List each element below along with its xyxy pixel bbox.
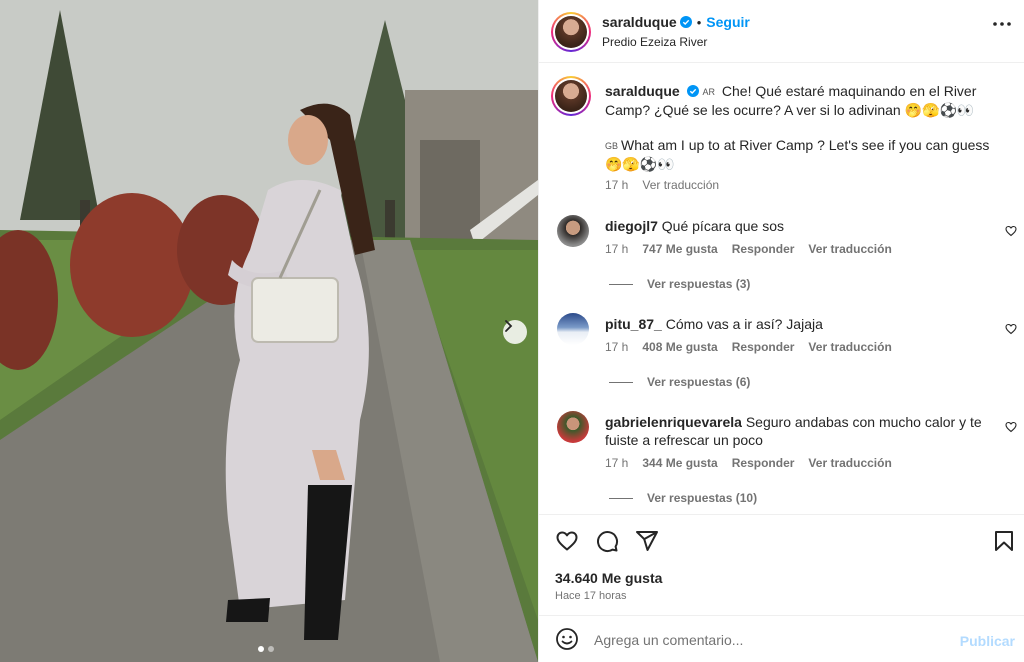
comment-time[interactable]: 17 h (605, 242, 628, 256)
comment-likes[interactable]: 344 Me gusta (642, 456, 717, 470)
comment-time[interactable]: 17 h (605, 456, 628, 470)
more-icon[interactable] (993, 22, 1011, 26)
caption-time[interactable]: 17 h (605, 178, 628, 192)
translate-link[interactable]: Ver traducción (808, 242, 891, 256)
commenter-avatar[interactable] (557, 215, 589, 247)
bookmark-icon[interactable] (993, 529, 1015, 553)
view-replies-button[interactable]: Ver respuestas (10) (609, 491, 757, 505)
author-avatar (555, 16, 587, 48)
post-photo (0, 0, 538, 662)
comment-meta: 17 h 344 Me gusta Responder Ver traducci… (605, 456, 892, 470)
likes-count[interactable]: 34.640 Me gusta (555, 570, 662, 586)
comment-like-icon[interactable] (1005, 421, 1017, 433)
post-header: saralduque • Seguir Predio Ezeiza River (539, 0, 1024, 63)
comment-icon[interactable] (595, 529, 619, 553)
comment-text: Qué pícara que sos (661, 218, 784, 234)
caption-translate-link[interactable]: Ver traducción (642, 178, 719, 192)
replies-divider (609, 497, 633, 499)
replies-divider (609, 381, 633, 383)
carousel-indicator (258, 646, 274, 652)
caption-translation: GB What am I up to at River Camp ? Let's … (605, 136, 1005, 173)
flag-gb-icon: GB (605, 141, 619, 151)
commenter-avatar[interactable] (557, 411, 589, 443)
replies-divider (609, 283, 633, 285)
emoji-icon[interactable] (555, 627, 579, 651)
chevron-right-icon (505, 320, 513, 332)
reply-button[interactable]: Responder (732, 242, 795, 256)
comment-username[interactable]: gabrielenriquevarela (605, 414, 742, 430)
caption-avatar-ring[interactable] (551, 76, 591, 116)
flag-ar-icon: AR (702, 87, 715, 97)
comment-like-icon[interactable] (1005, 323, 1017, 335)
caption-username[interactable]: saralduque (605, 83, 680, 99)
comment: pitu_87_ Cómo vas a ir así? Jajaja (605, 315, 985, 333)
caption-text-en: What am I up to at River Camp ? Let's se… (605, 137, 990, 172)
view-replies-button[interactable]: Ver respuestas (6) (609, 375, 750, 389)
verified-badge-icon (686, 85, 699, 97)
next-image-button[interactable] (503, 320, 527, 344)
comment-text: Cómo vas a ir así? Jajaja (665, 316, 823, 332)
comment-composer: Publicar (539, 615, 1024, 662)
comment: diegojl7 Qué pícara que sos (605, 217, 985, 235)
view-replies-label: Ver respuestas (10) (647, 491, 758, 505)
caption: saralduque AR Che! Qué estaré maquinando… (605, 82, 1005, 119)
caption-avatar (555, 80, 587, 112)
publish-button[interactable]: Publicar (960, 633, 1015, 649)
comment-time[interactable]: 17 h (605, 340, 628, 354)
post-location[interactable]: Predio Ezeiza River (602, 35, 707, 49)
verified-badge-icon (679, 16, 692, 28)
carousel-dot (268, 646, 274, 652)
carousel-dot-active (258, 646, 264, 652)
post-image[interactable] (0, 0, 538, 662)
follow-button[interactable]: Seguir (706, 14, 750, 30)
reply-button[interactable]: Responder (732, 456, 795, 470)
share-icon[interactable] (635, 529, 659, 553)
comment: gabrielenriquevarela Seguro andabas con … (605, 413, 985, 449)
comment-like-icon[interactable] (1005, 225, 1017, 237)
comments-list[interactable]: saralduque AR Che! Qué estaré maquinando… (539, 64, 1024, 514)
view-replies-button[interactable]: Ver respuestas (3) (609, 277, 750, 291)
comment-username[interactable]: diegojl7 (605, 218, 658, 234)
translate-link[interactable]: Ver traducción (808, 456, 891, 470)
post-actions: 34.640 Me gusta Hace 17 horas (539, 514, 1024, 615)
caption-meta: 17 h Ver traducción (605, 178, 719, 192)
author-username[interactable]: saralduque (602, 14, 677, 30)
author-avatar-ring[interactable] (551, 12, 591, 52)
commenter-avatar[interactable] (557, 313, 589, 345)
comment-likes[interactable]: 747 Me gusta (642, 242, 717, 256)
comment-username[interactable]: pitu_87_ (605, 316, 662, 332)
post-time[interactable]: Hace 17 horas (555, 590, 627, 602)
comment-likes[interactable]: 408 Me gusta (642, 340, 717, 354)
reply-button[interactable]: Responder (732, 340, 795, 354)
heart-icon[interactable] (555, 529, 579, 553)
post-panel: saralduque • Seguir Predio Ezeiza River … (538, 0, 1024, 662)
translate-link[interactable]: Ver traducción (808, 340, 891, 354)
view-replies-label: Ver respuestas (6) (647, 375, 751, 389)
comment-meta: 17 h 408 Me gusta Responder Ver traducci… (605, 340, 892, 354)
view-replies-label: Ver respuestas (3) (647, 277, 751, 291)
comment-input[interactable] (594, 629, 944, 651)
comment-meta: 17 h 747 Me gusta Responder Ver traducci… (605, 242, 892, 256)
